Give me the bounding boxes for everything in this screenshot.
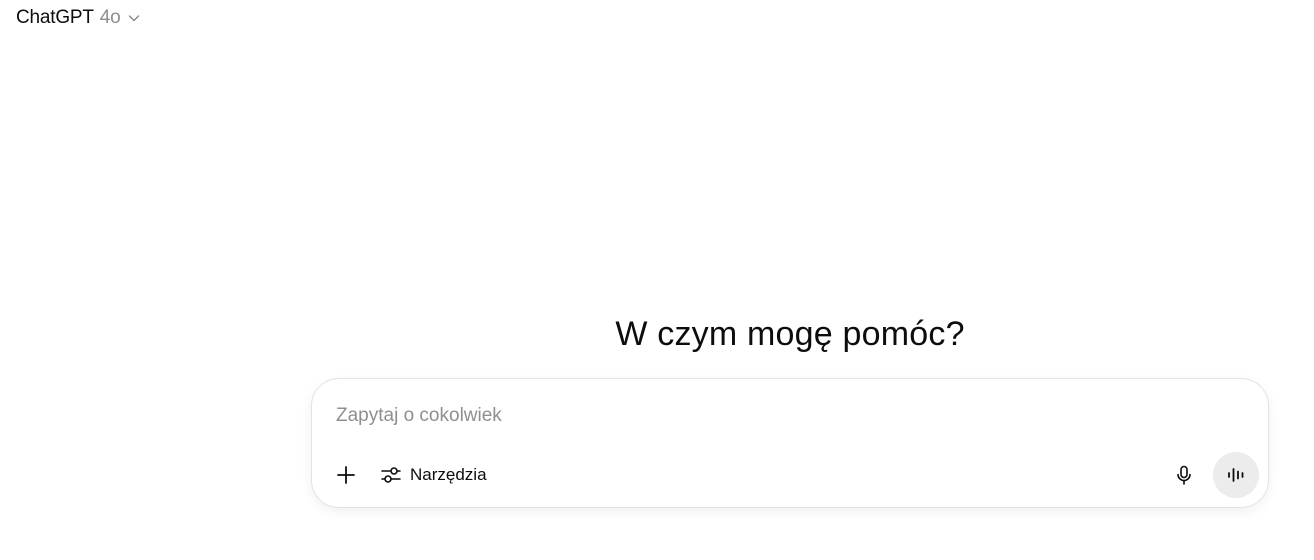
chat-page: ChatGPT 4o W czym mogę pomóc? Zapytaj o … (0, 0, 1314, 560)
sliders-icon (380, 464, 402, 486)
add-attachment-button[interactable] (328, 457, 364, 493)
model-version: 4o (99, 7, 121, 28)
prompt-input[interactable] (336, 401, 1236, 431)
dictate-button[interactable] (1166, 457, 1202, 493)
model-selector[interactable]: ChatGPT 4o (8, 4, 151, 32)
model-name: ChatGPT (16, 7, 94, 28)
composer: Narzędzia (311, 378, 1269, 508)
chevron-down-icon (127, 10, 143, 26)
page-title: W czym mogę pomóc? (615, 314, 965, 353)
microphone-icon (1177, 465, 1191, 485)
tools-button[interactable]: Narzędzia (372, 457, 497, 493)
plus-icon (337, 466, 355, 484)
voice-waveform-icon (1228, 468, 1244, 482)
tools-label: Narzędzia (410, 465, 487, 484)
voice-mode-button[interactable] (1213, 452, 1259, 498)
